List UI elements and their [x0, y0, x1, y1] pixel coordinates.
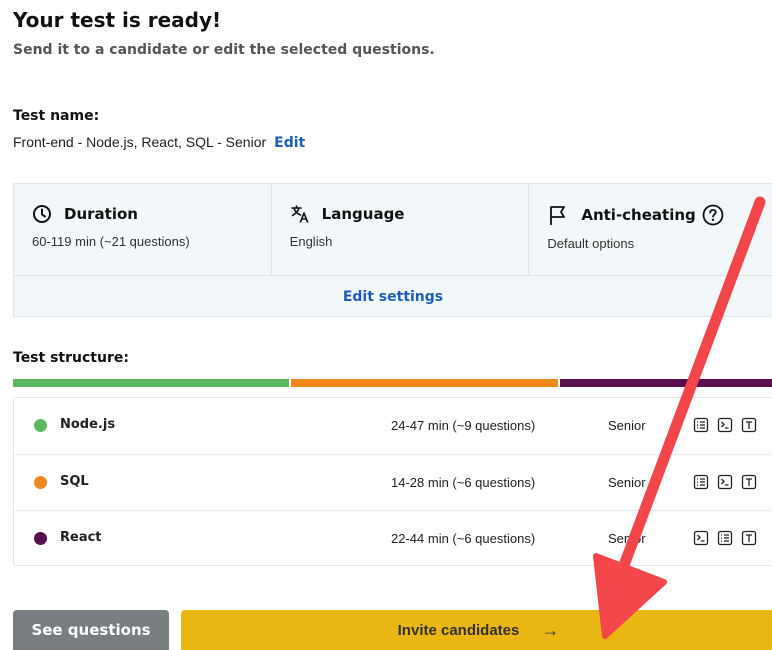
- skill-name: React: [60, 530, 102, 545]
- text-icon: [741, 530, 757, 546]
- skill-duration: 14-28 min (~6 questions): [391, 475, 536, 490]
- structure-bar-sql: [291, 379, 558, 387]
- skill-duration: 24-47 min (~9 questions): [391, 418, 536, 433]
- anti-cheating-setting: Anti-cheating Default options: [529, 184, 772, 275]
- duration-setting: Duration 60-119 min (~21 questions): [14, 184, 272, 275]
- language-value: English: [289, 234, 333, 249]
- skill-name: SQL: [60, 474, 89, 489]
- skill-row: SQL 14-28 min (~6 questions) Senior: [14, 454, 772, 510]
- see-questions-button[interactable]: See questions: [13, 610, 169, 650]
- list-icon: [693, 474, 709, 490]
- anti-cheating-value: Default options: [547, 236, 635, 251]
- structure-bar-nodejs: [13, 379, 289, 387]
- edit-test-name-link[interactable]: Edit: [274, 135, 305, 151]
- skill-color-dot: [34, 419, 47, 432]
- flag-icon: [550, 206, 566, 225]
- test-name-row: Front-end - Node.js, React, SQL - Senior…: [13, 134, 305, 151]
- clock-icon: [33, 205, 51, 223]
- page-subtitle: Send it to a candidate or edit the selec…: [13, 42, 435, 58]
- skill-level: Senior: [608, 475, 646, 490]
- settings-panel: Duration 60-119 min (~21 questions) Lang…: [13, 183, 772, 317]
- skill-level: Senior: [608, 418, 646, 433]
- list-icon: [717, 530, 733, 546]
- skill-color-dot: [34, 476, 47, 489]
- see-questions-label: See questions: [31, 621, 151, 639]
- anti-cheating-title: Anti-cheating: [581, 206, 696, 224]
- edit-settings-link[interactable]: Edit settings: [14, 276, 772, 317]
- duration-value: 60-119 min (~21 questions): [32, 234, 190, 249]
- test-name-label: Test name:: [13, 108, 100, 124]
- terminal-icon: [717, 474, 733, 490]
- terminal-icon: [693, 530, 709, 546]
- language-setting: Language English: [272, 184, 530, 275]
- skill-duration: 22-44 min (~6 questions): [391, 531, 536, 546]
- invite-candidates-button[interactable]: Invite candidates →: [181, 610, 772, 650]
- skill-row: Node.js 24-47 min (~9 questions) Senior: [14, 398, 772, 454]
- skills-list: Node.js 24-47 min (~9 questions) Senior …: [13, 397, 772, 566]
- language-title: Language: [321, 205, 405, 223]
- page-title: Your test is ready!: [13, 8, 222, 32]
- terminal-icon: [717, 417, 733, 433]
- translate-icon: [290, 205, 308, 223]
- arrow-right-icon: →: [541, 619, 560, 640]
- text-icon: [741, 417, 757, 433]
- skill-color-dot: [34, 532, 47, 545]
- test-name-value: Front-end - Node.js, React, SQL - Senior: [13, 134, 267, 150]
- text-icon: [741, 474, 757, 490]
- skill-row: React 22-44 min (~6 questions) Senior: [14, 510, 772, 566]
- test-structure-label: Test structure:: [13, 350, 129, 366]
- list-icon: [693, 417, 709, 433]
- skill-level: Senior: [608, 531, 646, 546]
- help-circle-icon[interactable]: [702, 204, 724, 226]
- test-structure-bar: [13, 379, 772, 387]
- skill-name: Node.js: [60, 417, 116, 432]
- invite-candidates-label: Invite candidates: [397, 621, 520, 639]
- duration-title: Duration: [64, 205, 138, 223]
- structure-bar-react: [560, 379, 772, 387]
